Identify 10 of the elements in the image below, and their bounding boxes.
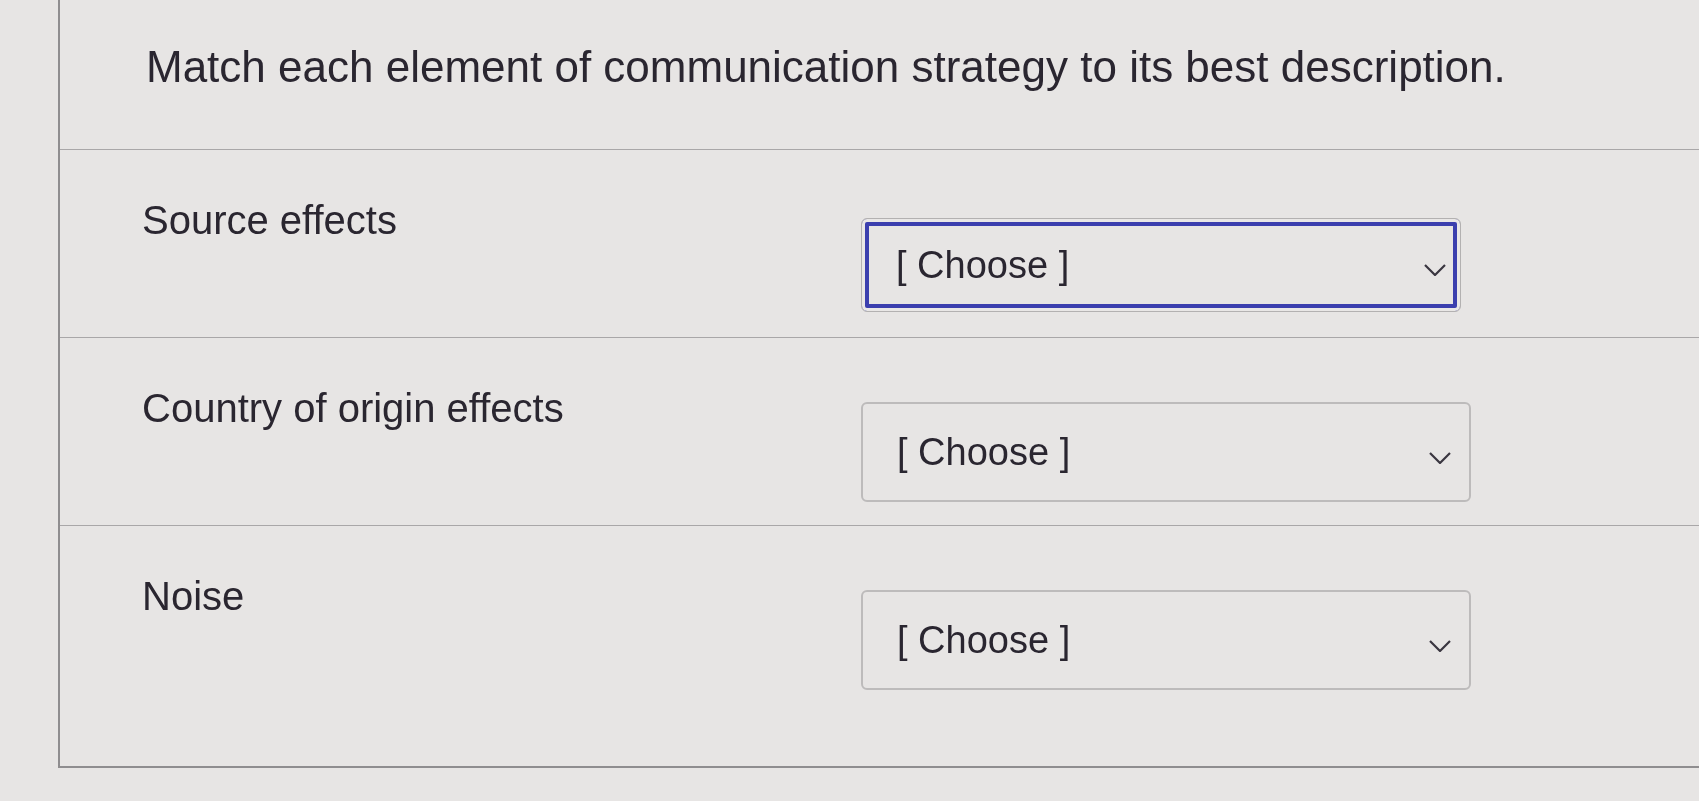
chevron-down-icon bbox=[1429, 452, 1451, 464]
item-label: Source effects bbox=[142, 197, 398, 244]
item-label: Noise bbox=[142, 573, 246, 620]
choose-dropdown[interactable]: [ Choose ] bbox=[861, 218, 1461, 312]
choose-dropdown[interactable]: [ Choose ] bbox=[861, 402, 1471, 502]
chevron-down-icon bbox=[1424, 264, 1446, 276]
question-prompt: Match each element of communication strategy to its best description. bbox=[146, 41, 1506, 93]
chevron-down-icon bbox=[1429, 640, 1451, 652]
item-label: Country of origin effects bbox=[142, 385, 565, 432]
choose-dropdown[interactable]: [ Choose ] bbox=[861, 590, 1471, 690]
